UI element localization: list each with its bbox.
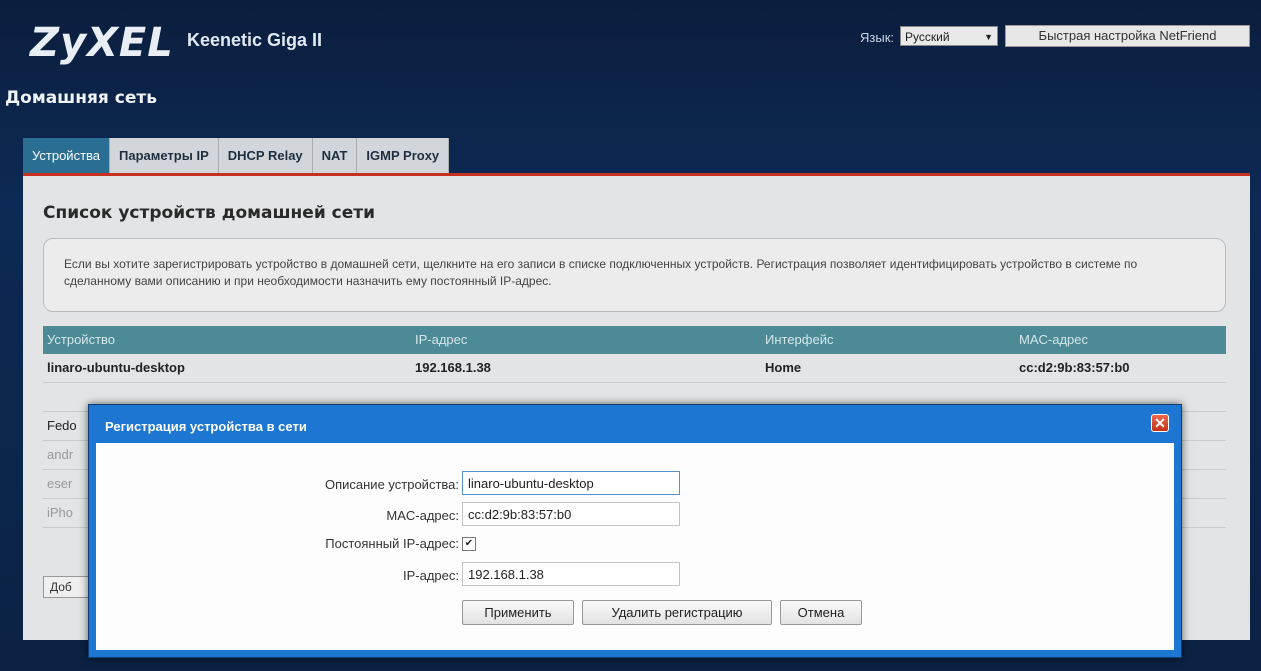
description-label: Описание устройства: — [324, 477, 459, 492]
cell-mac: cc:d2:9b:83:57:b0 — [1019, 360, 1130, 375]
cell-device: linaro-ubuntu-desktop — [47, 360, 185, 375]
column-header-mac[interactable]: MAC-адрес — [1019, 326, 1088, 354]
chevron-down-icon: ▼ — [984, 32, 993, 42]
page-title: Домашняя сеть — [5, 88, 157, 108]
tab-nat[interactable]: NAT — [312, 138, 358, 173]
column-header-device[interactable]: Устройство — [47, 326, 115, 354]
table-header: Устройство IP-адрес Интерфейс MAC-адрес — [43, 326, 1226, 354]
mac-input[interactable] — [462, 502, 680, 526]
close-icon[interactable]: ✕ — [1151, 414, 1169, 432]
ip-input[interactable] — [462, 562, 680, 586]
static-ip-checkbox[interactable]: ✔ — [462, 537, 476, 551]
mac-label: MAC-адрес: — [386, 508, 459, 523]
tab-igmp-proxy[interactable]: IGMP Proxy — [357, 138, 450, 173]
language-value: Русский — [905, 30, 950, 44]
model-name: Keenetic Giga II — [187, 30, 323, 50]
cancel-button[interactable]: Отмена — [780, 600, 862, 625]
brand-logo: ZyXEL — [30, 20, 174, 66]
cell-interface: Home — [765, 360, 802, 375]
tab-devices[interactable]: Устройства — [23, 138, 111, 173]
section-title: Список устройств домашней сети — [43, 203, 376, 223]
tab-dhcp-relay[interactable]: DHCP Relay — [218, 138, 313, 173]
cell-device: iPho — [47, 505, 74, 520]
apply-button[interactable]: Применить — [462, 600, 574, 625]
info-box: Если вы хотите зарегистрировать устройст… — [43, 238, 1226, 312]
registration-dialog: Регистрация устройства в сети ✕ Описание… — [88, 404, 1182, 658]
static-ip-label: Постоянный IP-адрес: — [325, 536, 459, 551]
cell-ip: 192.168.1.38 — [415, 360, 491, 375]
cell-device: eser — [47, 476, 73, 491]
tab-ip-params[interactable]: Параметры IP — [110, 138, 219, 173]
quick-setup-button[interactable]: Быстрая настройка NetFriend — [1005, 25, 1250, 47]
dialog-body: Описание устройства: MAC-адрес: Постоянн… — [96, 443, 1174, 650]
language-select[interactable]: Русский ▼ — [900, 26, 998, 46]
table-row[interactable]: linaro-ubuntu-desktop 192.168.1.38 Home … — [43, 354, 1226, 383]
cell-device: andr — [47, 447, 74, 462]
column-header-interface[interactable]: Интерфейс — [765, 326, 833, 354]
tab-bar: Устройства Параметры IP DHCP Relay NAT I… — [23, 138, 450, 173]
cell-device: Fedo — [47, 418, 77, 433]
dialog-title: Регистрация устройства в сети — [105, 419, 307, 434]
language-label: Язык: — [860, 30, 894, 45]
ip-label: IP-адрес: — [403, 568, 459, 583]
column-header-ip[interactable]: IP-адрес — [415, 326, 467, 354]
delete-registration-button[interactable]: Удалить регистрацию — [582, 600, 772, 625]
description-input[interactable] — [462, 471, 680, 495]
